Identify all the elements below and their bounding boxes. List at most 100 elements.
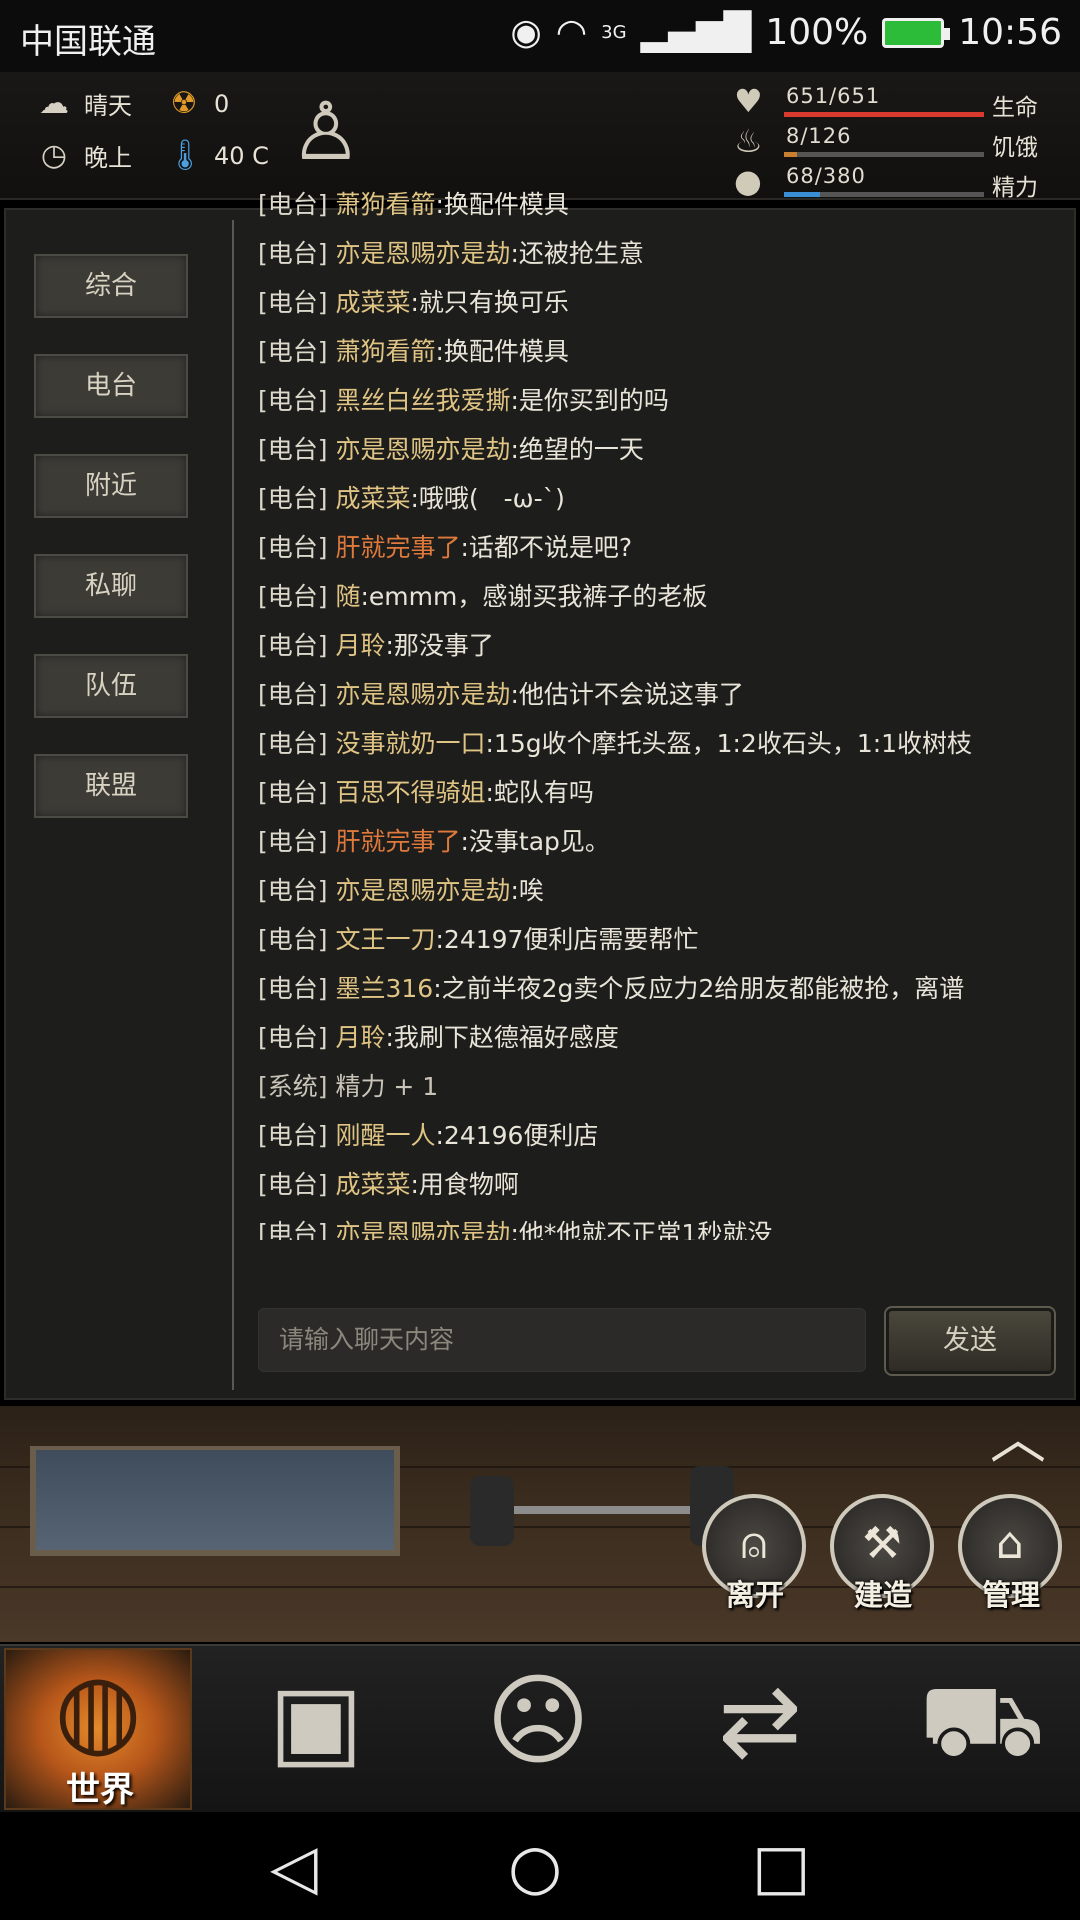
- message-text: :话都不说是吧?: [460, 533, 633, 562]
- back-icon[interactable]: ◁: [270, 1830, 318, 1903]
- message-channel: [电台]: [258, 435, 328, 464]
- message-sender[interactable]: 亦是恩赐亦是劫: [335, 435, 510, 464]
- nav-inventory[interactable]: ▣: [218, 1646, 414, 1814]
- message-sender[interactable]: 文王一刀: [335, 925, 435, 954]
- message-channel: [电台]: [258, 484, 328, 513]
- chat-message: [电台] 随:emmm，感谢买我裤子的老板: [258, 572, 1068, 621]
- message-channel: [电台]: [258, 974, 328, 1003]
- message-sender[interactable]: 没事就奶一口: [335, 729, 485, 758]
- message-text: :24196便利店: [435, 1121, 599, 1150]
- battery-icon: [882, 17, 951, 48]
- chat-message: [电台] 百思不得骑姐:蛇队有吗: [258, 768, 1068, 817]
- message-text: :没事tap见。: [460, 827, 610, 856]
- chat-message: [电台] 成菜菜:用食物啊: [258, 1160, 1068, 1209]
- person-exit-icon: ⍝: [740, 1518, 768, 1569]
- chat-message: [电台] 亦是恩赐亦是劫:唉: [258, 866, 1068, 915]
- nav-shop[interactable]: ⛟: [884, 1646, 1080, 1814]
- message-text: 精力 + 1: [335, 1072, 439, 1101]
- message-text: :换配件模具: [435, 337, 569, 366]
- bottom-navigation: ◍ 世界 ▣ ☹ ⇄ ⛟: [0, 1644, 1080, 1812]
- chat-message: [电台] 亦是恩赐亦是劫:他估计不会说这事了: [258, 670, 1068, 719]
- chat-message: [电台] 月聆:我刷下赵德福好感度: [258, 1013, 1068, 1062]
- message-sender[interactable]: 成菜菜: [335, 1170, 410, 1199]
- heart-icon: ♥: [734, 82, 763, 120]
- tab-general[interactable]: 综合: [34, 254, 188, 318]
- stat-hunger-value: 8/126: [786, 124, 852, 148]
- message-sender[interactable]: 亦是恩赐亦是劫: [335, 239, 510, 268]
- tab-private[interactable]: 私聊: [34, 554, 188, 618]
- home-icon[interactable]: ○: [508, 1830, 562, 1903]
- exchange-icon: ⇄: [718, 1662, 802, 1779]
- message-sender[interactable]: 百思不得骑姐: [335, 778, 485, 807]
- message-channel: [电台]: [258, 778, 328, 807]
- tab-team[interactable]: 队伍: [34, 654, 188, 718]
- radiation-status: ☢ 0: [166, 86, 230, 121]
- message-text: :唉: [510, 876, 544, 905]
- message-sender[interactable]: 萧狗看箭: [335, 337, 435, 366]
- message-channel: [电台]: [258, 288, 328, 317]
- stat-hunger-bar: [784, 152, 984, 157]
- chat-input[interactable]: 请输入聊天内容: [258, 1308, 866, 1372]
- chevron-up-icon[interactable]: ︿: [990, 1412, 1046, 1468]
- radiation-icon: ☢: [170, 86, 198, 121]
- tab-alliance[interactable]: 联盟: [34, 754, 188, 818]
- message-channel: [电台]: [258, 386, 328, 415]
- message-text: :我刷下赵德福好感度: [385, 1023, 619, 1052]
- message-sender[interactable]: 肝就完事了: [335, 827, 460, 856]
- message-text: :他估计不会说这事了: [510, 680, 744, 709]
- body-status-icon[interactable]: ♙: [290, 82, 370, 192]
- message-channel: [电台]: [258, 190, 328, 219]
- cart-icon: ⛟: [919, 1662, 1045, 1779]
- chat-message: [电台] 萧狗看箭:换配件模具: [258, 180, 1068, 229]
- message-sender[interactable]: 月聆: [335, 1023, 385, 1052]
- message-sender[interactable]: 黑丝白丝我爱撕: [335, 386, 510, 415]
- message-channel: [电台]: [258, 533, 328, 562]
- send-button[interactable]: 发送: [884, 1306, 1056, 1376]
- nav-skills[interactable]: ☹: [440, 1646, 636, 1814]
- message-sender[interactable]: 刚醒一人: [335, 1121, 435, 1150]
- stomach-icon: ♨: [734, 122, 763, 160]
- message-sender[interactable]: 成菜菜: [335, 288, 410, 317]
- message-text: :24197便利店需要帮忙: [435, 925, 699, 954]
- tab-radio[interactable]: 电台: [34, 354, 188, 418]
- message-channel: [电台]: [258, 337, 328, 366]
- message-sender[interactable]: 肝就完事了: [335, 533, 460, 562]
- carrier-name: 中国联通: [20, 22, 156, 62]
- head-gears-icon: ☹: [485, 1662, 591, 1779]
- message-sender[interactable]: 萧狗看箭: [335, 190, 435, 219]
- thermometer-icon: 🌡: [166, 138, 205, 173]
- chat-message-list[interactable]: [电台] 萧狗看箭:换配件模具 [电台] 亦是恩赐亦是劫:还被抢生意 [电台] 成菜…: [258, 180, 1068, 1240]
- message-text: :就只有换可乐: [410, 288, 569, 317]
- message-sender[interactable]: 月聆: [335, 631, 385, 660]
- chat-message: [电台] 亦是恩赐亦是劫:绝望的一天: [258, 425, 1068, 474]
- briefcase-icon: ▣: [268, 1662, 364, 1779]
- chat-panel: 综合 电台 附近 私聊 队伍 联盟 [电台] 萧狗看箭:换配件模具 [电台] 亦是…: [4, 190, 1076, 1400]
- message-text: :之前半夜2g卖个反应力2给朋友都能被抢，离谱: [433, 974, 965, 1003]
- chat-message: [系统] 精力 + 1: [258, 1062, 1068, 1111]
- recents-icon[interactable]: □: [752, 1830, 811, 1903]
- chat-message: [电台] 黑丝白丝我爱撕:是你买到的吗: [258, 376, 1068, 425]
- house-gear-icon: ⌂: [996, 1518, 1024, 1569]
- message-sender[interactable]: 亦是恩赐亦是劫: [335, 680, 510, 709]
- globe-icon: ◍: [54, 1651, 142, 1768]
- message-sender[interactable]: 亦是恩赐亦是劫: [335, 876, 510, 905]
- clock-icon: ◷: [40, 138, 68, 173]
- message-text: :15g收个摩托头盔，1:2收石头，1:1收树枝: [485, 729, 973, 758]
- message-text: :还被抢生意: [510, 239, 644, 268]
- clock: 10:56: [958, 12, 1062, 53]
- chat-message: [电台] 萧狗看箭:换配件模具: [258, 327, 1068, 376]
- manage-label: 管理: [981, 1578, 1040, 1612]
- message-sender[interactable]: 墨兰316: [335, 974, 433, 1003]
- temperature-status: 🌡 40 C: [166, 138, 269, 173]
- chat-message: [电台] 肝就完事了:话都不说是吧?: [258, 523, 1068, 572]
- chat-message: [电台] 亦是恩赐亦是劫:他*他就不正常1秒就没: [258, 1209, 1068, 1240]
- message-sender[interactable]: 成菜菜: [335, 484, 410, 513]
- message-text: :是你买到的吗: [510, 386, 669, 415]
- message-sender[interactable]: 随: [335, 582, 360, 611]
- tab-nearby[interactable]: 附近: [34, 454, 188, 518]
- status-bar: 中国联通 ◉ ◠ 3G ▂▄▆█ 100% 10:56: [0, 0, 1080, 72]
- nav-world[interactable]: ◍ 世界: [4, 1648, 192, 1810]
- nav-trade[interactable]: ⇄: [662, 1646, 858, 1814]
- leave-label: 离开: [725, 1578, 784, 1612]
- message-sender[interactable]: 亦是恩赐亦是劫: [335, 1219, 510, 1240]
